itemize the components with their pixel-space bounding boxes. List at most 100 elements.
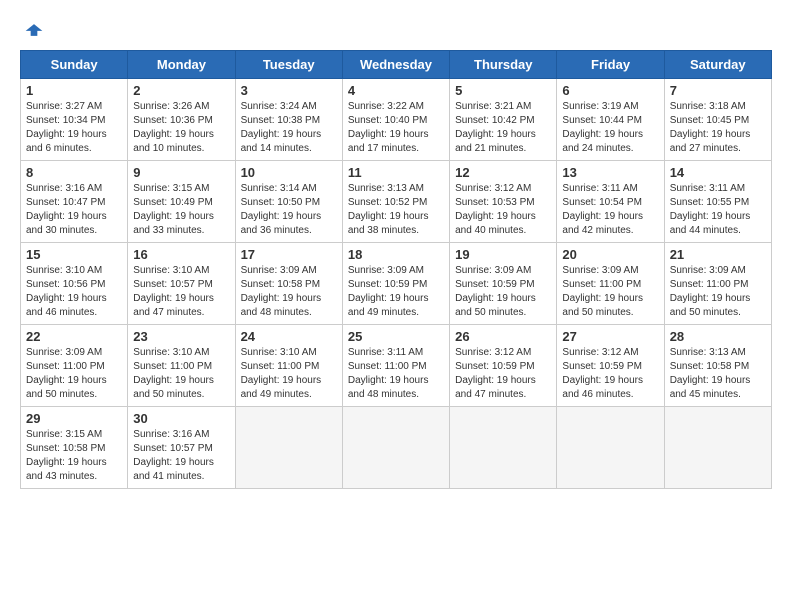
calendar-cell: 30 Sunrise: 3:16 AMSunset: 10:57 PMDayli… [128, 407, 235, 489]
cell-content: Sunrise: 3:22 AMSunset: 10:40 PMDaylight… [348, 100, 444, 156]
day-header-tuesday: Tuesday [235, 51, 342, 79]
day-number: 9 [133, 165, 229, 180]
day-number: 14 [670, 165, 766, 180]
day-number: 4 [348, 83, 444, 98]
day-number: 19 [455, 247, 551, 262]
day-number: 17 [241, 247, 337, 262]
page-header [20, 20, 772, 40]
day-header-monday: Monday [128, 51, 235, 79]
day-number: 2 [133, 83, 229, 98]
cell-content: Sunrise: 3:10 AMSunset: 10:56 PMDaylight… [26, 264, 122, 320]
calendar-cell [235, 407, 342, 489]
logo-icon [24, 20, 44, 40]
day-number: 12 [455, 165, 551, 180]
cell-content: Sunrise: 3:27 AMSunset: 10:34 PMDaylight… [26, 100, 122, 156]
cell-content: Sunrise: 3:11 AMSunset: 10:54 PMDaylight… [562, 182, 658, 238]
calendar-cell: 4 Sunrise: 3:22 AMSunset: 10:40 PMDaylig… [342, 79, 449, 161]
day-header-saturday: Saturday [664, 51, 771, 79]
cell-content: Sunrise: 3:18 AMSunset: 10:45 PMDaylight… [670, 100, 766, 156]
calendar-cell: 25 Sunrise: 3:11 AMSunset: 11:00 PMDayli… [342, 325, 449, 407]
calendar-table: SundayMondayTuesdayWednesdayThursdayFrid… [20, 50, 772, 489]
day-number: 21 [670, 247, 766, 262]
calendar-cell: 23 Sunrise: 3:10 AMSunset: 11:00 PMDayli… [128, 325, 235, 407]
day-number: 16 [133, 247, 229, 262]
day-number: 18 [348, 247, 444, 262]
calendar-cell: 5 Sunrise: 3:21 AMSunset: 10:42 PMDaylig… [450, 79, 557, 161]
cell-content: Sunrise: 3:15 AMSunset: 10:58 PMDaylight… [26, 428, 122, 484]
cell-content: Sunrise: 3:09 AMSunset: 10:58 PMDaylight… [241, 264, 337, 320]
calendar-cell: 6 Sunrise: 3:19 AMSunset: 10:44 PMDaylig… [557, 79, 664, 161]
calendar-cell: 2 Sunrise: 3:26 AMSunset: 10:36 PMDaylig… [128, 79, 235, 161]
day-number: 20 [562, 247, 658, 262]
day-number: 7 [670, 83, 766, 98]
cell-content: Sunrise: 3:10 AMSunset: 11:00 PMDaylight… [241, 346, 337, 402]
calendar-cell: 19 Sunrise: 3:09 AMSunset: 10:59 PMDayli… [450, 243, 557, 325]
cell-content: Sunrise: 3:24 AMSunset: 10:38 PMDaylight… [241, 100, 337, 156]
cell-content: Sunrise: 3:12 AMSunset: 10:59 PMDaylight… [562, 346, 658, 402]
calendar-cell [450, 407, 557, 489]
calendar-cell: 11 Sunrise: 3:13 AMSunset: 10:52 PMDayli… [342, 161, 449, 243]
calendar-cell: 16 Sunrise: 3:10 AMSunset: 10:57 PMDayli… [128, 243, 235, 325]
cell-content: Sunrise: 3:10 AMSunset: 11:00 PMDaylight… [133, 346, 229, 402]
cell-content: Sunrise: 3:09 AMSunset: 11:00 PMDaylight… [670, 264, 766, 320]
calendar-cell: 28 Sunrise: 3:13 AMSunset: 10:58 PMDayli… [664, 325, 771, 407]
calendar-cell: 13 Sunrise: 3:11 AMSunset: 10:54 PMDayli… [557, 161, 664, 243]
day-number: 22 [26, 329, 122, 344]
day-number: 3 [241, 83, 337, 98]
calendar-cell [664, 407, 771, 489]
calendar-cell: 20 Sunrise: 3:09 AMSunset: 11:00 PMDayli… [557, 243, 664, 325]
cell-content: Sunrise: 3:09 AMSunset: 11:00 PMDaylight… [26, 346, 122, 402]
calendar-cell: 26 Sunrise: 3:12 AMSunset: 10:59 PMDayli… [450, 325, 557, 407]
calendar-cell: 21 Sunrise: 3:09 AMSunset: 11:00 PMDayli… [664, 243, 771, 325]
calendar-cell: 9 Sunrise: 3:15 AMSunset: 10:49 PMDaylig… [128, 161, 235, 243]
day-header-friday: Friday [557, 51, 664, 79]
day-number: 25 [348, 329, 444, 344]
day-number: 13 [562, 165, 658, 180]
day-number: 29 [26, 411, 122, 426]
calendar-cell: 3 Sunrise: 3:24 AMSunset: 10:38 PMDaylig… [235, 79, 342, 161]
day-number: 23 [133, 329, 229, 344]
calendar-cell: 24 Sunrise: 3:10 AMSunset: 11:00 PMDayli… [235, 325, 342, 407]
day-header-sunday: Sunday [21, 51, 128, 79]
cell-content: Sunrise: 3:13 AMSunset: 10:52 PMDaylight… [348, 182, 444, 238]
calendar-cell: 15 Sunrise: 3:10 AMSunset: 10:56 PMDayli… [21, 243, 128, 325]
calendar-cell: 22 Sunrise: 3:09 AMSunset: 11:00 PMDayli… [21, 325, 128, 407]
calendar-cell: 10 Sunrise: 3:14 AMSunset: 10:50 PMDayli… [235, 161, 342, 243]
day-number: 5 [455, 83, 551, 98]
cell-content: Sunrise: 3:14 AMSunset: 10:50 PMDaylight… [241, 182, 337, 238]
day-number: 27 [562, 329, 658, 344]
day-header-thursday: Thursday [450, 51, 557, 79]
day-number: 24 [241, 329, 337, 344]
cell-content: Sunrise: 3:11 AMSunset: 10:55 PMDaylight… [670, 182, 766, 238]
calendar-cell: 27 Sunrise: 3:12 AMSunset: 10:59 PMDayli… [557, 325, 664, 407]
calendar-cell: 14 Sunrise: 3:11 AMSunset: 10:55 PMDayli… [664, 161, 771, 243]
day-number: 26 [455, 329, 551, 344]
calendar-cell: 7 Sunrise: 3:18 AMSunset: 10:45 PMDaylig… [664, 79, 771, 161]
day-number: 30 [133, 411, 229, 426]
cell-content: Sunrise: 3:19 AMSunset: 10:44 PMDaylight… [562, 100, 658, 156]
cell-content: Sunrise: 3:09 AMSunset: 11:00 PMDaylight… [562, 264, 658, 320]
calendar-cell: 17 Sunrise: 3:09 AMSunset: 10:58 PMDayli… [235, 243, 342, 325]
calendar-cell: 29 Sunrise: 3:15 AMSunset: 10:58 PMDayli… [21, 407, 128, 489]
calendar-cell: 18 Sunrise: 3:09 AMSunset: 10:59 PMDayli… [342, 243, 449, 325]
calendar-cell: 12 Sunrise: 3:12 AMSunset: 10:53 PMDayli… [450, 161, 557, 243]
cell-content: Sunrise: 3:13 AMSunset: 10:58 PMDaylight… [670, 346, 766, 402]
calendar-cell [342, 407, 449, 489]
day-number: 11 [348, 165, 444, 180]
calendar-cell: 1 Sunrise: 3:27 AMSunset: 10:34 PMDaylig… [21, 79, 128, 161]
day-number: 28 [670, 329, 766, 344]
calendar-cell: 8 Sunrise: 3:16 AMSunset: 10:47 PMDaylig… [21, 161, 128, 243]
day-number: 10 [241, 165, 337, 180]
cell-content: Sunrise: 3:26 AMSunset: 10:36 PMDaylight… [133, 100, 229, 156]
cell-content: Sunrise: 3:16 AMSunset: 10:57 PMDaylight… [133, 428, 229, 484]
cell-content: Sunrise: 3:11 AMSunset: 11:00 PMDaylight… [348, 346, 444, 402]
day-header-wednesday: Wednesday [342, 51, 449, 79]
day-number: 8 [26, 165, 122, 180]
cell-content: Sunrise: 3:12 AMSunset: 10:53 PMDaylight… [455, 182, 551, 238]
logo [20, 20, 44, 40]
day-number: 15 [26, 247, 122, 262]
day-number: 1 [26, 83, 122, 98]
cell-content: Sunrise: 3:09 AMSunset: 10:59 PMDaylight… [455, 264, 551, 320]
cell-content: Sunrise: 3:15 AMSunset: 10:49 PMDaylight… [133, 182, 229, 238]
cell-content: Sunrise: 3:16 AMSunset: 10:47 PMDaylight… [26, 182, 122, 238]
